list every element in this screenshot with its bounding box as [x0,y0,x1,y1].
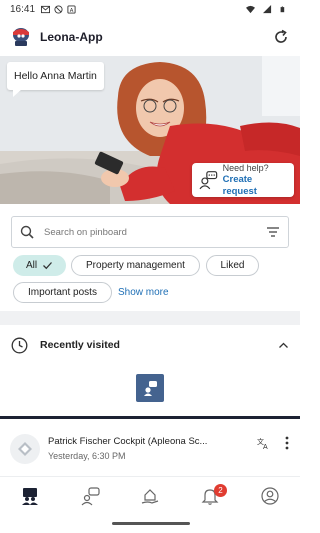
help-question: Need help? [222,163,269,173]
nav-profile[interactable] [255,481,285,511]
filter-chip-all[interactable]: All [13,255,66,276]
recently-visited-title: Recently visited [40,339,120,351]
notification-badge: 2 [214,483,227,497]
filter-chip-important-posts[interactable]: Important posts [13,282,112,303]
translate-icon[interactable]: 文 A [256,436,270,450]
chevron-up-icon[interactable] [278,340,289,351]
search-box[interactable] [11,216,289,248]
bottom-navigation: 2 [0,476,300,514]
gmail-icon [41,5,51,13]
chip-label: Liked [220,260,245,271]
chip-label: Important posts [28,287,97,298]
svg-text:A: A [70,7,74,13]
scroll-thumb [0,416,300,419]
support-chat-icon [199,171,218,190]
search-input[interactable] [44,226,266,238]
filter-icon[interactable] [266,225,280,239]
post-time: Yesterday, 6:30 PM [48,451,126,461]
chip-label: All [25,260,38,271]
clock-icon [11,337,28,353]
section-divider [0,311,300,325]
nav-pinboard[interactable] [15,481,45,511]
post-author: Patrick Fischer Cockpit (Apleona Sc... [48,436,208,447]
signal-icon [263,4,272,13]
recent-item-tile[interactable] [136,374,164,402]
pinboard-icon [22,487,38,505]
do-not-disturb-icon [54,4,63,14]
help-card[interactable]: Need help? Create request [192,163,294,197]
leona-logo-icon [13,28,29,46]
avatar [10,434,40,464]
create-request-link[interactable]: Create request [223,174,288,198]
chat-person-icon [81,486,100,505]
status-time: 16:41 [10,3,36,15]
section-scroll-indicator [0,416,300,419]
nav-notifications[interactable]: 2 [195,481,227,511]
app-notification-icon: A [67,4,76,13]
app-bar: Leona-App [0,20,300,54]
support-chat-icon [144,381,157,396]
more-options-icon[interactable] [284,435,290,451]
gesture-home-bar[interactable] [112,522,190,525]
svg-text:A: A [263,444,268,450]
search-icon [20,225,34,239]
nav-chat[interactable] [75,481,105,511]
battery-icon [280,6,285,12]
greeting-bubble: Hello Anna Martin [7,62,104,97]
chip-label: Property management [86,260,185,271]
show-more-link[interactable]: Show more [118,287,169,298]
filter-chip-liked[interactable]: Liked [206,255,259,276]
check-icon [43,262,53,270]
filter-chip-property-management[interactable]: Property management [71,255,200,276]
app-title: Leona-App [40,30,103,44]
status-bar: 16:41 A [0,0,300,18]
pinboard-post[interactable]: Patrick Fischer Cockpit (Apleona Sc... Y… [0,424,300,474]
recently-visited-header[interactable]: Recently visited [0,333,300,357]
hero-banner: Hello Anna Martin Need help? Create requ… [0,56,300,204]
house-hand-icon [141,488,159,504]
refresh-icon[interactable] [272,28,290,46]
wifi-icon [246,5,255,13]
nav-property[interactable] [135,481,165,511]
cockpit-logo-icon [18,442,32,456]
profile-icon [261,486,279,505]
